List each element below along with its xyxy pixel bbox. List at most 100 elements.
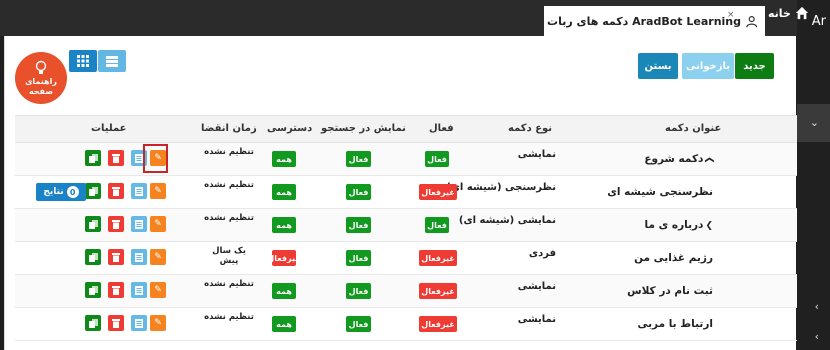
details-button[interactable] (131, 315, 147, 331)
copy-button[interactable] (85, 183, 101, 199)
button-type: نمایشی (517, 149, 556, 160)
copy-button[interactable] (85, 282, 101, 298)
copy-icon (88, 219, 98, 229)
delete-icon (112, 318, 120, 328)
search-display-badge: فعال (346, 283, 371, 299)
delete-icon (112, 219, 120, 229)
edit-highlight-box (143, 144, 168, 173)
button-type: فردی (528, 248, 556, 259)
page-help-button[interactable]: راهنمای صفحه (15, 52, 67, 104)
info-icon (135, 186, 143, 196)
table-row: ❯دکمه شروع نمایشی فعال فعال همه تنظیم نشده ✎ (15, 143, 797, 176)
delete-button[interactable] (108, 249, 124, 265)
edit-button[interactable]: ✎ (150, 183, 166, 199)
delete-icon (112, 285, 120, 295)
results-count: 0 (66, 186, 79, 198)
copy-icon (88, 153, 98, 163)
chevron-left-icon[interactable]: ‹ (815, 330, 819, 343)
status-badge: غیرفعال (419, 316, 457, 332)
reload-button[interactable]: بازخوانی (682, 53, 734, 79)
table-row: رژیم غذایی من فردی غیرفعال فعال غیرفعال یک سا… (15, 242, 797, 275)
expire-value: تنظیم نشده (204, 312, 254, 322)
info-icon (135, 285, 143, 295)
help-line-2: صفحه (28, 86, 54, 96)
button-title[interactable]: ❯دکمه شروع (644, 153, 714, 165)
expire-value: یک سال پیش (212, 246, 246, 266)
header-title: عنوان دکمه (665, 123, 722, 134)
chevron-down-icon[interactable]: ❯ (704, 156, 714, 164)
edit-button[interactable]: ✎ (150, 315, 166, 331)
results-button[interactable]: نتایج 0 (36, 183, 86, 201)
access-badge: همه (272, 217, 296, 233)
access-badge: همه (272, 151, 296, 167)
edit-button[interactable]: ✎ (150, 282, 166, 298)
access-badge: غیرفعال (267, 250, 301, 266)
copy-icon (88, 285, 98, 295)
access-badge: همه (272, 184, 296, 200)
user-icon (746, 15, 758, 27)
delete-button[interactable] (108, 282, 124, 298)
delete-button[interactable] (108, 183, 124, 199)
chevron-left-icon[interactable]: ‹ (815, 300, 819, 313)
search-display-badge: فعال (346, 184, 371, 200)
tab-bot-buttons[interactable]: × دکمه های ربات AradBot Learning (544, 6, 765, 36)
edit-button[interactable]: ✎ (150, 249, 166, 265)
copy-icon (88, 252, 98, 262)
status-badge: غیرفعال (419, 184, 457, 200)
copy-button[interactable] (85, 216, 101, 232)
buttons-table: عنوان دکمه نوع دکمه فعال نمایش در جستجو … (15, 115, 797, 341)
button-title[interactable]: نظرسنجی شیشه ای (607, 186, 713, 198)
table-row: نظرسنجی شیشه ای نظرسنجی (شیشه ای) غیرفعال ف… (15, 176, 797, 209)
main-panel: راهنمای صفحه بستن بازخوانی جدید عنوان دک… (4, 36, 797, 350)
table-row: ❯درباره ی ما نمایشی (شیشه ای) فعال فعال همه ت… (15, 209, 797, 242)
copy-button[interactable] (85, 315, 101, 331)
header-active: فعال (429, 123, 454, 134)
status-badge: غیرفعال (419, 250, 457, 266)
close-button[interactable]: بستن (638, 53, 678, 79)
grid-view-button[interactable] (69, 50, 97, 72)
button-title-text: نظرسنجی شیشه ای (607, 186, 713, 198)
lightbulb-icon (35, 60, 47, 74)
copy-button[interactable] (85, 249, 101, 265)
status-badge: غیرفعال (419, 283, 457, 299)
edit-icon: ✎ (154, 186, 162, 196)
button-title-text: دکمه شروع (644, 153, 704, 165)
expire-value: تنظیم نشده (204, 213, 254, 223)
list-view-button[interactable] (98, 50, 126, 72)
tab-home[interactable]: خانه (768, 6, 809, 20)
edit-icon: ✎ (154, 318, 162, 328)
details-button[interactable] (131, 249, 147, 265)
edit-icon: ✎ (154, 219, 162, 229)
button-title-text: رژیم غذایی من (634, 252, 713, 264)
close-tab-icon[interactable]: × (727, 10, 735, 20)
delete-button[interactable] (108, 216, 124, 232)
list-icon (106, 55, 118, 67)
new-button[interactable]: جدید (735, 53, 774, 79)
chevron-right-icon[interactable]: ❯ (705, 221, 713, 231)
edit-button[interactable]: ✎ (150, 216, 166, 232)
delete-button[interactable] (108, 315, 124, 331)
button-title[interactable]: ثبت نام در کلاس (627, 285, 713, 297)
button-title[interactable]: ارتباط با مربی (637, 318, 713, 330)
details-button[interactable] (131, 216, 147, 232)
expire-value: تنظیم نشده (204, 180, 254, 190)
button-title[interactable]: رژیم غذایی من (634, 252, 713, 264)
button-type: نمایشی (517, 314, 556, 325)
results-label: نتایج (43, 187, 64, 197)
copy-button[interactable] (85, 150, 101, 166)
delete-button[interactable] (108, 150, 124, 166)
header-operations: عملیات (91, 123, 127, 134)
info-icon (135, 318, 143, 328)
button-title-text: ثبت نام در کلاس (627, 285, 713, 297)
info-icon (135, 153, 143, 163)
status-badge: فعال (425, 151, 449, 167)
details-button[interactable] (131, 183, 147, 199)
button-title[interactable]: ❯درباره ی ما (645, 219, 714, 231)
details-button[interactable] (131, 282, 147, 298)
chevron-down-icon[interactable]: ⌄ (810, 116, 819, 129)
edit-icon: ✎ (154, 285, 162, 295)
edit-icon: ✎ (154, 252, 162, 262)
info-icon (135, 219, 143, 229)
search-display-badge: فعال (346, 151, 371, 167)
copy-icon (88, 186, 98, 196)
